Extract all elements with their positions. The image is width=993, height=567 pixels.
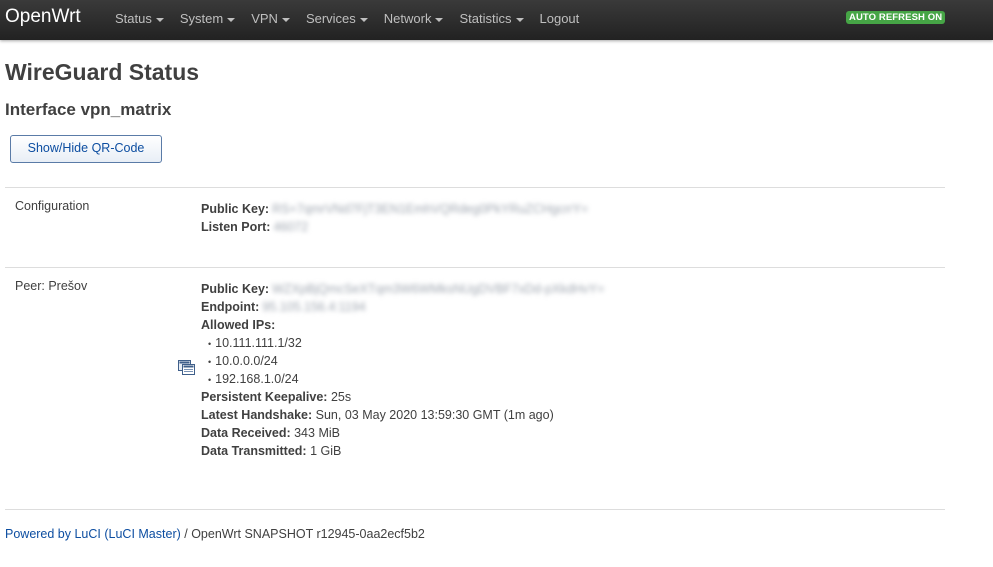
data-transmitted-label: Data Transmitted: xyxy=(201,444,307,458)
menu-services-label: Services xyxy=(305,11,356,26)
allowed-ips-row: Allowed IPs: xyxy=(201,316,275,334)
public-key-value: RS+7qmrVNd7FjT3EN1EmhVQRdeg0PkYRuZCHgcrr… xyxy=(272,202,589,216)
menu-system-label: System xyxy=(179,11,224,26)
allowed-ip: 192.168.1.0/24 xyxy=(215,372,299,386)
chevron-down-icon xyxy=(155,17,164,22)
list-item: • 10.0.0.0/24 xyxy=(208,352,278,371)
peer-label: Peer: Prešov xyxy=(15,279,88,293)
footer-version: / OpenWrt SNAPSHOT r12945-0aa2ecf5b2 xyxy=(184,527,425,541)
bullet-icon: • xyxy=(208,338,212,349)
menu-logout-label: Logout xyxy=(539,11,580,26)
menu-vpn-label: VPN xyxy=(251,11,278,26)
keepalive-row: Persistent Keepalive: 25s xyxy=(201,388,351,406)
keepalive-value: 25s xyxy=(330,390,352,404)
peer-public-key-row: Public Key: WZXpBjQmcSeXTqm3W6WMksNUgDVBF… xyxy=(201,280,604,298)
interface-title: Interface vpn_matrix xyxy=(5,100,172,119)
page-title: WireGuard Status xyxy=(5,59,200,85)
menu-network-label: Network xyxy=(383,11,432,26)
endpoint-label: Endpoint: xyxy=(201,300,260,314)
data-received-value: 343 MiB xyxy=(294,426,340,440)
bullet-icon: • xyxy=(208,356,212,367)
config-public-key-row: Public Key: RS+7qmrVNd7FjT3EN1EmhVQRdeg0P… xyxy=(201,200,588,218)
menu-statistics-label: Statistics xyxy=(459,11,512,26)
page-footer: Powered by LuCI (LuCI Master) / OpenWrt … xyxy=(5,527,425,541)
handshake-value: Sun, 03 May 2020 13:59:30 GMT (1m ago) xyxy=(315,408,554,422)
top-navbar: OpenWrt Status System VPN Services Netwo… xyxy=(0,0,993,40)
handshake-row: Latest Handshake: Sun, 03 May 2020 13:59… xyxy=(201,406,554,424)
brand-logo[interactable]: OpenWrt xyxy=(5,6,81,28)
allowed-ips-label: Allowed IPs: xyxy=(201,318,276,332)
listen-port-value: 46072 xyxy=(273,220,309,234)
peer-public-key-value: WZXpBjQmcSeXTqm3W6WMksNUgDVBF7xDd-pXkdHv… xyxy=(272,282,605,296)
chevron-down-icon xyxy=(435,17,444,22)
chevron-down-icon xyxy=(281,17,290,22)
public-key-label: Public Key: xyxy=(201,202,270,216)
menu-services[interactable]: Services xyxy=(298,0,376,40)
list-item: • 192.168.1.0/24 xyxy=(208,370,299,389)
menu-statistics[interactable]: Statistics xyxy=(451,0,531,40)
main-menu: Status System VPN Services Network Stati… xyxy=(107,0,587,40)
data-received-row: Data Received: 343 MiB xyxy=(201,424,340,442)
peer-details-icon[interactable] xyxy=(178,360,195,375)
divider xyxy=(5,267,945,268)
peer-endpoint-row: Endpoint: 95.105.156.4:1194 xyxy=(201,298,366,316)
chevron-down-icon xyxy=(227,17,236,22)
endpoint-value: 95.105.156.4:1194 xyxy=(262,300,366,314)
config-listen-port-row: Listen Port: 46072 xyxy=(201,218,308,236)
luci-link[interactable]: Powered by LuCI (LuCI Master) xyxy=(5,527,181,541)
data-received-label: Data Received: xyxy=(201,426,291,440)
listen-port-label: Listen Port: xyxy=(201,220,271,234)
footer-divider xyxy=(5,509,945,510)
list-item: • 10.111.111.1/32 xyxy=(208,334,302,353)
menu-status[interactable]: Status xyxy=(107,0,172,40)
menu-network[interactable]: Network xyxy=(376,0,452,40)
divider xyxy=(5,187,945,188)
allowed-ip: 10.0.0.0/24 xyxy=(215,354,278,368)
configuration-label: Configuration xyxy=(15,199,90,213)
data-transmitted-row: Data Transmitted: 1 GiB xyxy=(201,442,341,460)
show-hide-qr-button[interactable]: Show/Hide QR-Code xyxy=(10,135,162,163)
keepalive-label: Persistent Keepalive: xyxy=(201,390,328,404)
auto-refresh-toggle[interactable]: AUTO REFRESH ON xyxy=(846,11,946,24)
menu-vpn[interactable]: VPN xyxy=(243,0,298,40)
handshake-label: Latest Handshake: xyxy=(201,408,313,422)
menu-system[interactable]: System xyxy=(172,0,243,40)
bullet-icon: • xyxy=(208,374,212,385)
data-transmitted-value: 1 GiB xyxy=(310,444,342,458)
allowed-ip: 10.111.111.1/32 xyxy=(215,336,302,350)
menu-logout[interactable]: Logout xyxy=(532,0,588,40)
menu-status-label: Status xyxy=(115,11,152,26)
peer-public-key-label: Public Key: xyxy=(201,282,270,296)
chevron-down-icon xyxy=(515,17,524,22)
chevron-down-icon xyxy=(359,17,368,22)
